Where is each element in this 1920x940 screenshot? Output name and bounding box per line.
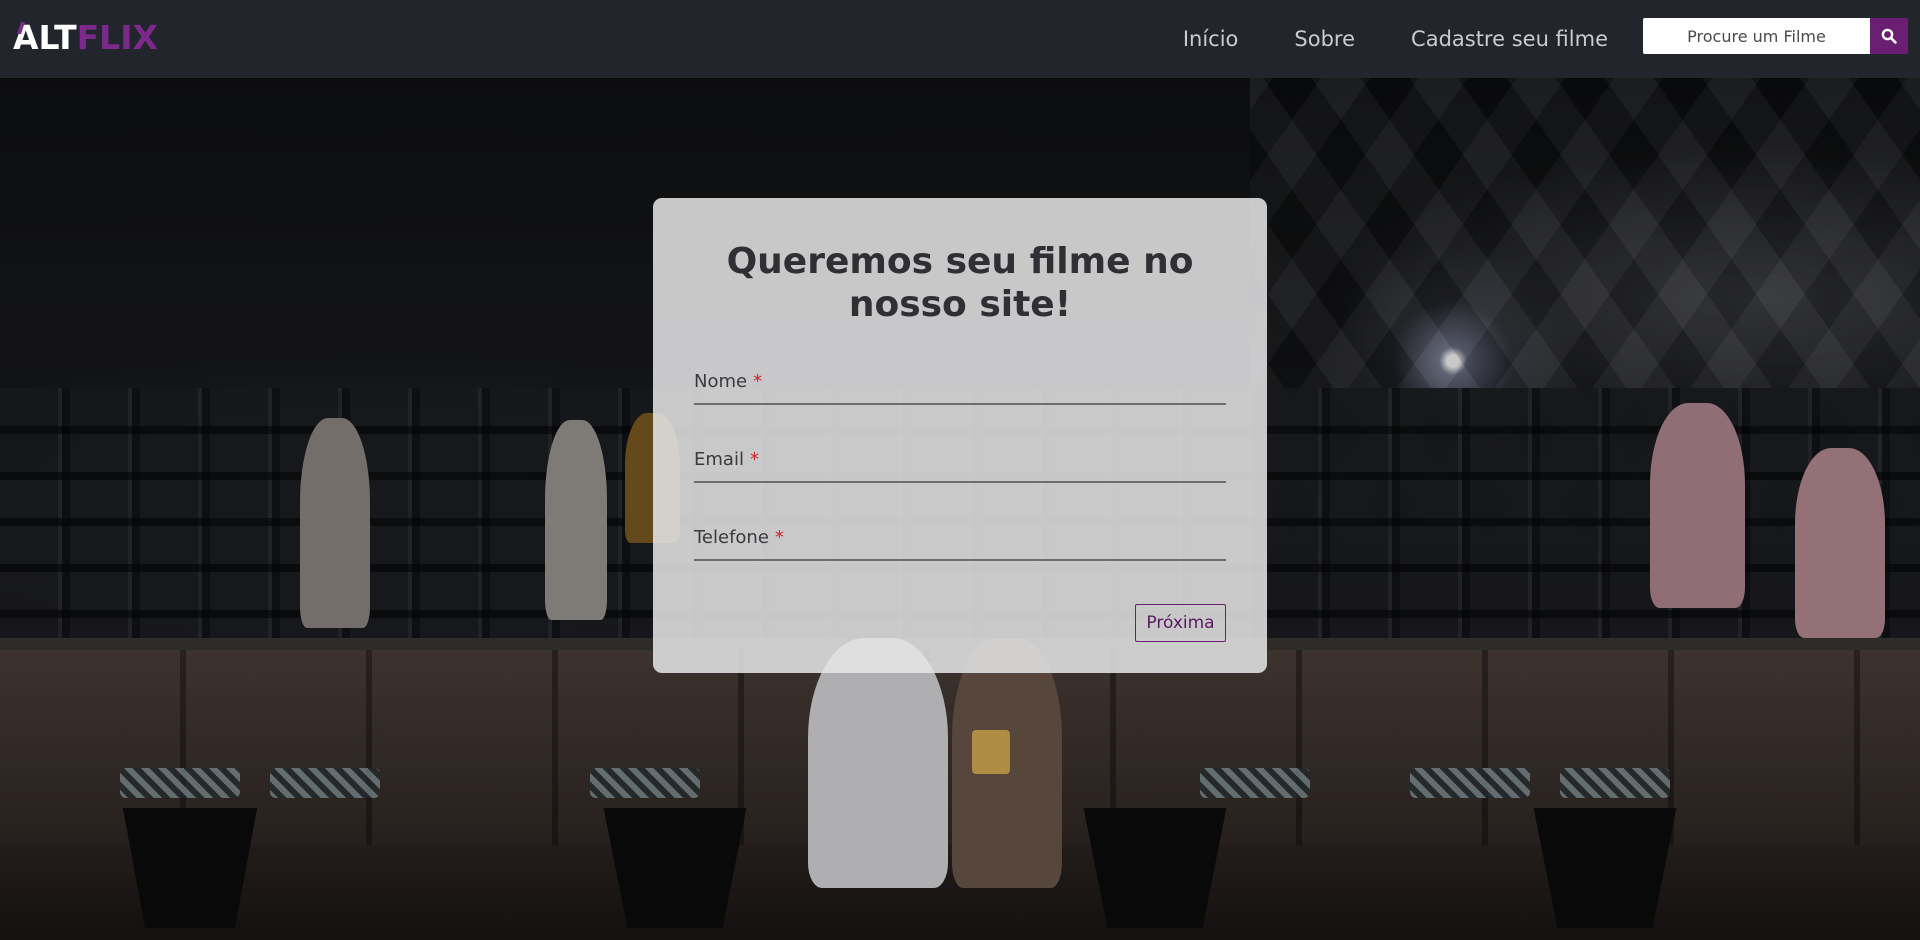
altflix-logo[interactable]: ALTFLIX	[13, 18, 158, 58]
next-button[interactable]: Próxima	[1135, 604, 1226, 642]
email-input[interactable]	[694, 443, 1226, 481]
nav-link-inicio[interactable]: Início	[1183, 27, 1239, 51]
name-input[interactable]	[694, 365, 1226, 403]
search-input[interactable]	[1643, 18, 1870, 54]
nav-link-cadastre-seu-filme[interactable]: Cadastre seu filme	[1411, 27, 1608, 51]
form-title: Queremos seu filme no nosso site!	[726, 241, 1194, 325]
phone-field[interactable]: Telefone *	[694, 521, 1226, 561]
search-box	[1643, 18, 1908, 54]
email-field[interactable]: Email *	[694, 443, 1226, 483]
top-navbar: ALTFLIX Início Sobre Cadastre seu filme	[0, 0, 1920, 78]
nav-link-sobre[interactable]: Sobre	[1294, 27, 1355, 51]
logo-flix-text: FLIX	[76, 18, 158, 57]
name-field[interactable]: Nome *	[694, 365, 1226, 405]
search-icon	[1881, 28, 1897, 44]
phone-input[interactable]	[694, 521, 1226, 559]
movie-submission-form: Queremos seu filme no nosso site! Nome * …	[653, 198, 1267, 673]
search-button[interactable]	[1870, 18, 1908, 54]
logo-alt-text: ALT	[13, 18, 77, 57]
nav-links: Início Sobre Cadastre seu filme	[1183, 0, 1608, 78]
